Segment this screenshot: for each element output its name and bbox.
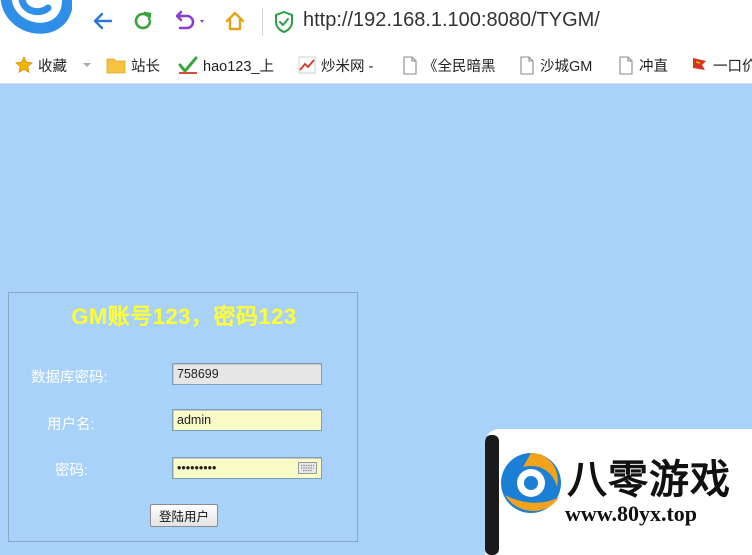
bookmark-shacheng-gm[interactable]: 沙城GM xyxy=(519,54,592,76)
bookmark-label: 一口价 xyxy=(713,58,752,75)
watermark-name: 八零游戏 xyxy=(567,457,731,503)
bookmark-folder-zhanzhang[interactable]: 站长 xyxy=(106,54,160,76)
login-title: GM账号123，密码123 xyxy=(71,304,297,329)
browser-toolbar: http://192.168.1.100:8080/TYGM/ xyxy=(0,0,752,44)
home-button[interactable] xyxy=(223,9,247,33)
80yx-logo-icon xyxy=(501,453,561,513)
arrow-left-icon xyxy=(93,12,113,30)
bookmark-favorites[interactable]: 收藏 xyxy=(15,54,94,76)
db-password-input[interactable] xyxy=(172,363,322,385)
back-button[interactable] xyxy=(91,9,115,33)
refresh-button[interactable] xyxy=(131,9,155,33)
bookmark-label: 站长 xyxy=(131,58,160,75)
browser-logo-icon xyxy=(0,0,72,34)
home-icon xyxy=(225,11,245,31)
bookmark-chaomi[interactable]: 炒米网 - xyxy=(298,54,373,76)
db-password-label: 数据库密码: xyxy=(31,370,108,386)
bookmark-label: 冲直 xyxy=(639,58,668,75)
chart-icon xyxy=(298,56,316,74)
bookmark-yikoujia[interactable]: 一口价 xyxy=(690,54,752,76)
shield-check-icon[interactable] xyxy=(274,11,294,33)
hao123-icon xyxy=(178,56,198,74)
undo-icon xyxy=(175,10,204,30)
page-icon xyxy=(520,55,534,75)
chevron-down-icon[interactable] xyxy=(80,60,94,70)
gm-login-panel: GM账号123，密码123 数据库密码: 用户名: 密码: 登陆用户 xyxy=(8,292,358,542)
keyboard-icon[interactable] xyxy=(298,462,317,474)
login-submit-button[interactable]: 登陆用户 xyxy=(150,504,218,527)
address-separator xyxy=(262,8,263,36)
bookmark-label: 炒米网 - xyxy=(321,58,374,75)
bookmark-label: 沙城GM xyxy=(540,58,593,75)
undo-close-tab-button[interactable] xyxy=(170,9,210,33)
bookmark-chongzhi[interactable]: 冲直 xyxy=(618,54,668,76)
bookmark-quanmin-anhei[interactable]: 《全民暗黑 xyxy=(402,54,496,76)
username-input[interactable] xyxy=(172,409,322,431)
watermark-80yx: 八零游戏 www.80yx.top xyxy=(485,429,752,555)
watermark-url: www.80yx.top xyxy=(565,501,698,526)
bookmark-label: hao123_上 xyxy=(203,58,274,75)
address-bar-url[interactable]: http://192.168.1.100:8080/TYGM/ xyxy=(303,9,600,32)
page-icon xyxy=(403,55,417,75)
bookmarks-bar: 收藏 站长 hao123_上 炒米网 - 《全民暗黑 沙城GM 冲直 一口价 xyxy=(0,44,752,84)
refresh-icon xyxy=(134,11,152,30)
page-icon xyxy=(619,55,633,75)
bookmark-label: 《全民暗黑 xyxy=(423,58,496,75)
flag-icon xyxy=(693,58,706,70)
star-icon xyxy=(15,56,33,74)
bookmark-label: 收藏 xyxy=(38,58,67,75)
folder-icon xyxy=(106,58,126,74)
username-label: 用户名: xyxy=(47,417,95,433)
password-label: 密码: xyxy=(55,463,89,479)
bookmark-hao123[interactable]: hao123_上 xyxy=(178,54,274,76)
